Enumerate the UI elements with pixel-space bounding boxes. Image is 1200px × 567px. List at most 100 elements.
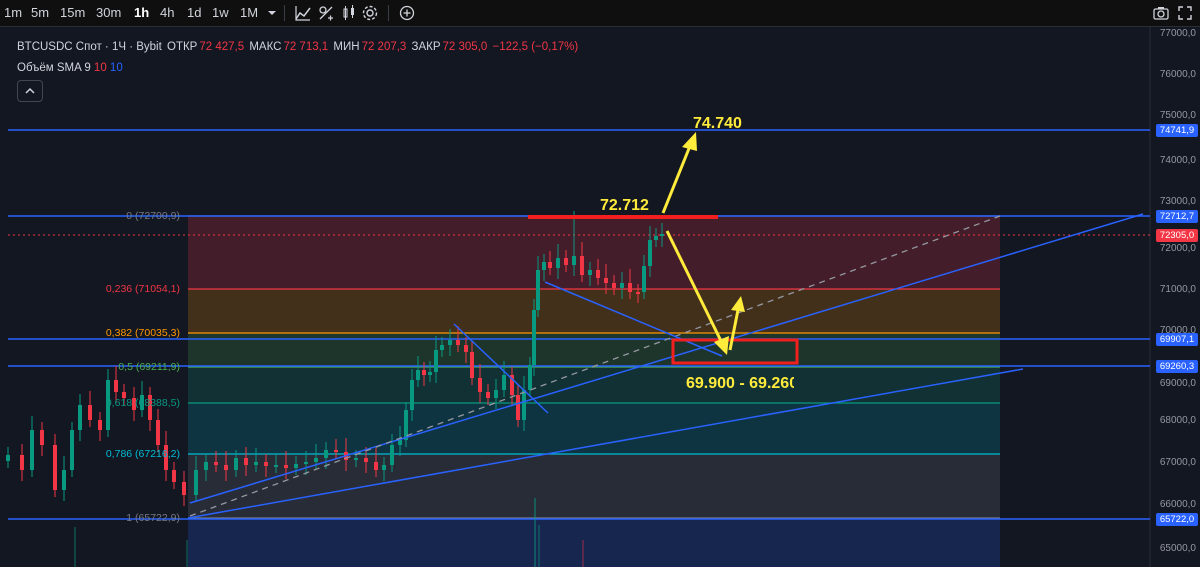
candle-body <box>334 450 338 452</box>
fib-zone-05-0618 <box>188 367 1000 403</box>
candle-body <box>654 236 658 240</box>
price-tag-65722: 65722,0 <box>1156 513 1198 526</box>
target-annotation: 74.740 <box>693 115 742 132</box>
fib-label-0618: 0,618 (68388,5) <box>105 397 180 409</box>
candle-body <box>604 278 608 283</box>
candle-body <box>156 420 160 445</box>
fib-label-0: 0 (72700,9) <box>126 210 180 222</box>
candle-body <box>234 458 238 470</box>
candle-body <box>390 445 394 465</box>
candle-body <box>470 352 474 378</box>
candle-body <box>224 465 228 470</box>
candle-body <box>628 283 632 292</box>
timeframe-5m[interactable]: 5m <box>31 5 49 20</box>
compare-icon[interactable] <box>317 4 335 22</box>
support-zone-annotation: 69.900 - 69.260 <box>686 375 794 392</box>
candle-body <box>354 458 358 460</box>
candle-body <box>382 465 386 470</box>
open-value: 72 427,5 <box>199 41 245 53</box>
indicators-icon[interactable] <box>294 4 312 22</box>
candle-body <box>486 392 490 398</box>
price-axis-label: 67000,0 <box>1159 457 1196 468</box>
candle-body <box>588 270 592 275</box>
price-axis-label: 71000,0 <box>1159 284 1196 295</box>
volume-legend: Объём SMA 9 10 10 <box>17 62 123 74</box>
price-axis-label: 73000,0 <box>1159 196 1196 207</box>
candle-body <box>464 345 468 352</box>
candle-body <box>172 470 176 482</box>
candle-body <box>620 283 624 288</box>
candle-body <box>648 240 652 266</box>
add-icon[interactable] <box>398 4 416 22</box>
price-axis-label: 69000,0 <box>1159 378 1196 389</box>
close-value: 72 305,0 <box>442 41 488 53</box>
timeframe-15m[interactable]: 15m <box>60 5 85 20</box>
arrow-up-target <box>661 132 697 214</box>
candle-body <box>40 430 44 445</box>
price-axis-label: 65000,0 <box>1159 543 1196 554</box>
fib-label-1: 1 (65722,9) <box>126 512 180 524</box>
volume-value-1: 10 <box>93 62 107 74</box>
candle-body <box>564 258 568 265</box>
fib-zone-below <box>188 518 1000 567</box>
low-label: МИН <box>333 41 360 53</box>
top-toolbar: 1m 5m 15m 30m 1h 4h 1d 1w 1M <box>0 0 1200 27</box>
candle-body <box>194 470 198 495</box>
symbol-name[interactable]: BTCUSDC Спот · 1Ч · Bybit <box>17 41 162 53</box>
candle-body <box>284 465 288 468</box>
candle-body <box>522 390 526 420</box>
candle-body <box>642 266 646 292</box>
timeframe-1m[interactable]: 1m <box>4 5 22 20</box>
close-label: ЗАКР <box>411 41 441 53</box>
dropdown-icon[interactable] <box>263 4 281 22</box>
price-tag-74741: 74741,9 <box>1156 124 1198 137</box>
resistance-annotation: 72.712 <box>600 197 649 214</box>
fullscreen-icon[interactable] <box>1176 4 1194 22</box>
candle-body <box>304 462 308 464</box>
price-chart[interactable] <box>0 26 1200 567</box>
candle-body <box>536 270 540 310</box>
symbol-legend: BTCUSDC Спот · 1Ч · Bybit ОТКР 72 427,5 М… <box>17 41 580 53</box>
price-axis-label: 68000,0 <box>1159 415 1196 426</box>
volume-label[interactable]: Объём SMA 9 <box>17 62 91 74</box>
candle-body <box>294 464 298 468</box>
low-value: 72 207,3 <box>361 41 407 53</box>
candle-body <box>62 470 66 490</box>
timeframe-1w[interactable]: 1w <box>212 5 229 20</box>
timeframe-30m[interactable]: 30m <box>96 5 121 20</box>
timeframe-4h[interactable]: 4h <box>160 5 174 20</box>
candle-body <box>434 350 438 372</box>
candle-body <box>636 292 640 294</box>
collapse-legend-button[interactable] <box>17 80 43 102</box>
candle-body <box>478 378 482 392</box>
high-value: 72 713,1 <box>283 41 329 53</box>
price-tag-current: 72305,0 <box>1156 229 1198 242</box>
candle-body <box>410 380 414 410</box>
price-tag-69260: 69260,3 <box>1156 360 1198 373</box>
candle-body <box>314 458 318 462</box>
camera-icon[interactable] <box>1152 4 1170 22</box>
candles-icon[interactable] <box>340 4 358 22</box>
candle-body <box>398 440 402 445</box>
fib-label-0786: 0,786 (67216,2) <box>105 448 180 460</box>
candle-body <box>528 365 532 390</box>
fib-label-0382: 0,382 (70035,3) <box>105 327 180 339</box>
timeframe-1h[interactable]: 1h <box>134 5 149 20</box>
timeframe-1d[interactable]: 1d <box>187 5 201 20</box>
timeframe-1M[interactable]: 1M <box>240 5 258 20</box>
candle-body <box>494 390 498 398</box>
toolbar-divider <box>284 5 285 21</box>
toolbar-divider <box>388 5 389 21</box>
settings-icon[interactable] <box>361 4 379 22</box>
fib-label-05: 0,5 (69211,9) <box>118 361 180 373</box>
candle-body <box>324 450 328 458</box>
price-axis-label: 76000,0 <box>1159 69 1196 80</box>
high-label: МАКС <box>249 41 282 53</box>
candle-body <box>456 340 460 345</box>
candle-body <box>214 462 218 465</box>
candle-body <box>204 462 208 470</box>
candle-body <box>660 234 664 236</box>
fib-zone-0786-1 <box>188 454 1000 518</box>
candle-body <box>502 375 506 390</box>
candle-body <box>596 270 600 278</box>
